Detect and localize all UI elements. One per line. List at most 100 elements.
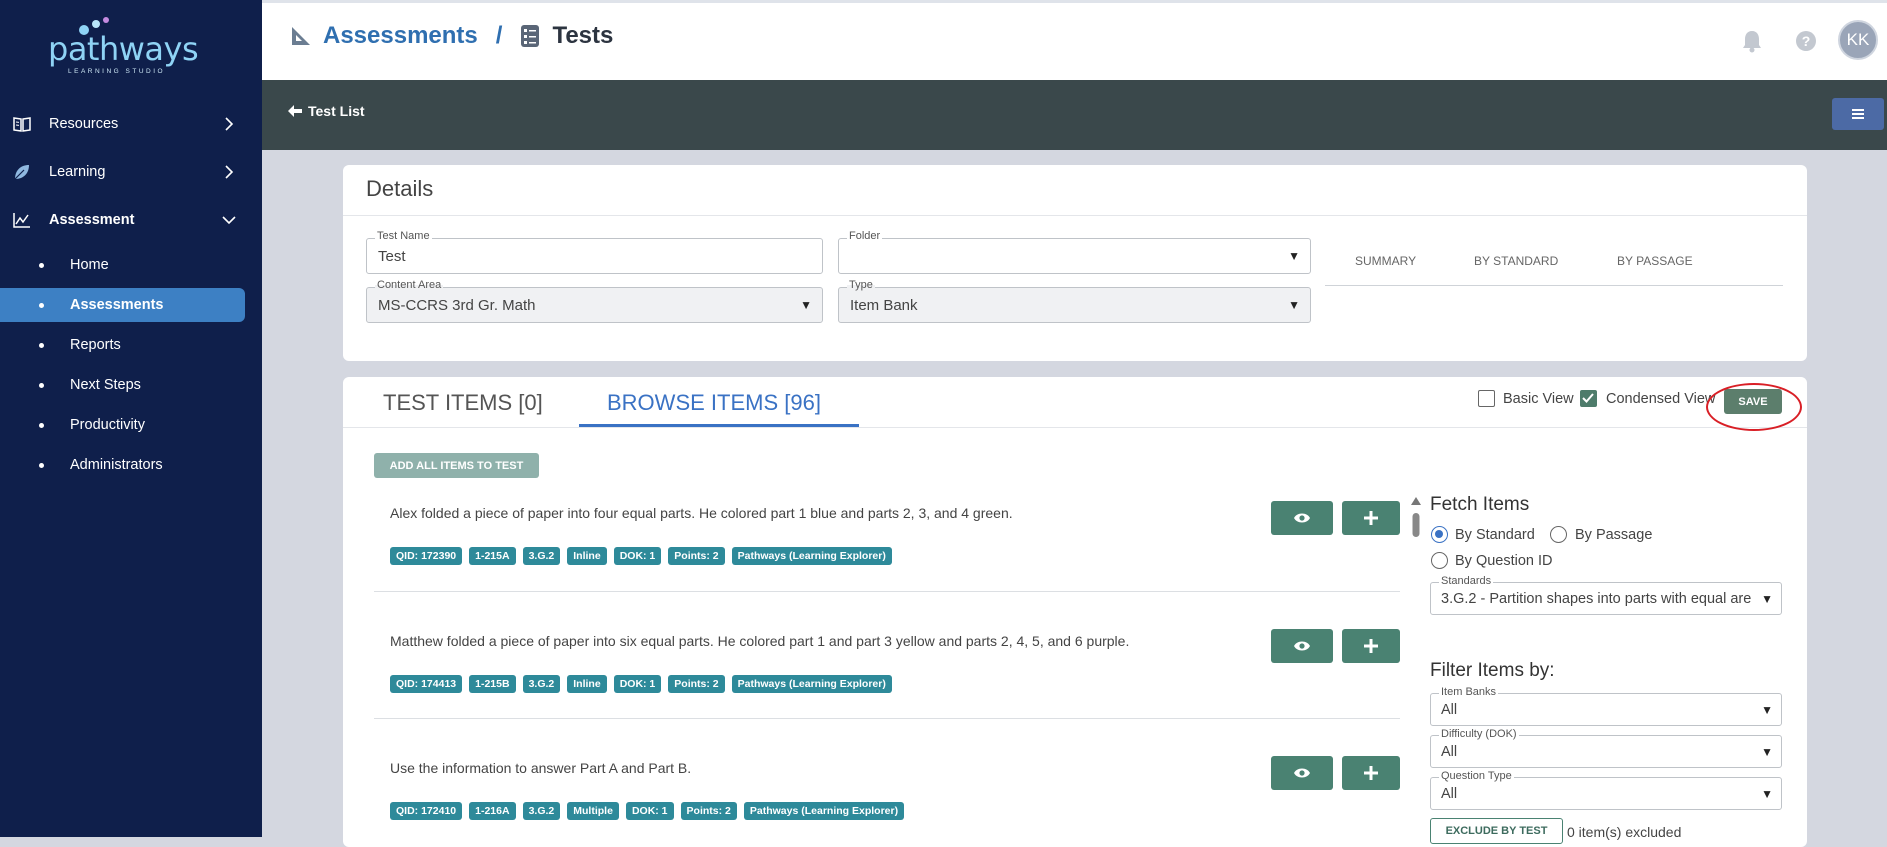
items-scrollbar[interactable] xyxy=(1411,497,1421,837)
question-type-select[interactable]: Question Type All ▼ xyxy=(1430,777,1782,810)
sidebar-subitem-label: Next Steps xyxy=(70,377,141,393)
sidebar-item-learning[interactable]: Learning xyxy=(0,150,262,194)
bullet-icon xyxy=(39,463,44,468)
exclude-by-test-button[interactable]: EXCLUDE BY TEST xyxy=(1430,818,1563,844)
badge-bank: Pathways (Learning Explorer) xyxy=(732,547,892,565)
sidebar-item-label: Learning xyxy=(49,164,105,180)
breadcrumb-separator: / xyxy=(496,22,503,50)
breadcrumb-assessments[interactable]: Assessments xyxy=(323,22,478,50)
question-type-label: Question Type xyxy=(1439,770,1514,782)
tab-by-standard[interactable]: BY STANDARD xyxy=(1474,254,1558,268)
bell-icon[interactable] xyxy=(1741,29,1763,53)
badge-qid: QID: 172410 xyxy=(390,802,462,820)
standards-label: Standards xyxy=(1439,575,1493,587)
item-banks-select[interactable]: Item Banks All ▼ xyxy=(1430,693,1782,726)
badge-standard: 3.G.2 xyxy=(523,547,561,565)
back-to-test-list-link[interactable]: Test List xyxy=(288,103,365,119)
hamburger-menu-button[interactable] xyxy=(1832,98,1884,130)
tab-summary[interactable]: SUMMARY xyxy=(1355,254,1416,268)
standards-select[interactable]: Standards 3.G.2 - Partition shapes into … xyxy=(1430,582,1782,615)
tab-by-passage[interactable]: BY PASSAGE xyxy=(1617,254,1693,268)
folder-select[interactable]: Folder ▼ xyxy=(838,238,1311,274)
sidebar-item-label: Resources xyxy=(49,116,118,132)
item-text: Matthew folded a piece of paper into six… xyxy=(390,633,1129,649)
difficulty-select[interactable]: Difficulty (DOK) All ▼ xyxy=(1430,735,1782,768)
sidebar-subitem-productivity[interactable]: Productivity xyxy=(0,408,262,442)
checkmark-icon xyxy=(1581,391,1595,405)
sidebar-subitem-label: Assessments xyxy=(70,297,164,313)
tab-test-items[interactable]: TEST ITEMS [0] xyxy=(383,390,543,416)
condensed-view-checkbox[interactable] xyxy=(1580,390,1597,407)
item-divider xyxy=(374,591,1400,592)
bullet-icon xyxy=(39,263,44,268)
content-area-select[interactable]: Content Area MS-CCRS 3rd Gr. Math ▼ xyxy=(366,287,823,323)
basic-view-checkbox[interactable] xyxy=(1478,390,1495,407)
item-banks-value: All xyxy=(1441,702,1751,718)
preview-item-button[interactable] xyxy=(1271,756,1333,790)
chevron-right-icon xyxy=(222,165,236,179)
bullet-icon xyxy=(39,423,44,428)
badge-standard: 3.G.2 xyxy=(523,802,561,820)
plus-icon xyxy=(1364,766,1378,780)
sidebar-item-label: Assessment xyxy=(49,212,134,228)
user-avatar[interactable]: KK xyxy=(1838,20,1878,60)
content-area-label: Content Area xyxy=(375,279,443,291)
by-passage-label: By Passage xyxy=(1575,527,1652,543)
basic-view-label: Basic View xyxy=(1503,391,1574,407)
sidebar-item-assessment[interactable]: Assessment xyxy=(0,198,262,242)
caret-down-icon: ▼ xyxy=(1761,787,1773,801)
badge-item-type: Inline xyxy=(567,675,606,693)
details-title: Details xyxy=(366,176,433,202)
badge-item-type: Multiple xyxy=(567,802,619,820)
add-item-button[interactable] xyxy=(1342,756,1400,790)
preview-item-button[interactable] xyxy=(1271,629,1333,663)
help-icon[interactable]: ? xyxy=(1795,30,1817,52)
badge-code: 1-216A xyxy=(469,802,515,820)
by-standard-radio[interactable] xyxy=(1431,526,1448,543)
add-item-button[interactable] xyxy=(1342,501,1400,535)
sidebar-subitem-administrators[interactable]: Administrators xyxy=(0,448,262,482)
sidebar-subitem-home[interactable]: Home xyxy=(0,248,262,282)
test-name-field[interactable]: Test Name Test xyxy=(366,238,823,274)
caret-down-icon: ▼ xyxy=(1761,745,1773,759)
item-divider xyxy=(374,718,1400,719)
plus-icon xyxy=(1364,511,1378,525)
fetch-items-title: Fetch Items xyxy=(1430,494,1529,516)
badge-bank: Pathways (Learning Explorer) xyxy=(744,802,904,820)
sidebar-subitem-assessments[interactable]: Assessments xyxy=(0,288,245,322)
sidebar-subitem-label: Home xyxy=(70,257,109,273)
preview-item-button[interactable] xyxy=(1271,501,1333,535)
ruler-triangle-icon xyxy=(289,24,313,48)
chevron-down-icon xyxy=(222,213,236,227)
sidebar-subitem-reports[interactable]: Reports xyxy=(0,328,262,362)
badge-points: Points: 2 xyxy=(668,547,724,565)
tab-browse-items[interactable]: BROWSE ITEMS [96] xyxy=(607,390,821,416)
chart-line-icon xyxy=(12,210,32,230)
highlight-circle xyxy=(1706,383,1802,431)
bullet-icon xyxy=(39,343,44,348)
breadcrumb: Assessments / Tests xyxy=(289,22,613,50)
sidebar-item-resources[interactable]: Resources xyxy=(0,102,262,146)
item-text: Use the information to answer Part A and… xyxy=(390,760,691,776)
chevron-right-icon xyxy=(222,117,236,131)
badge-dok: DOK: 1 xyxy=(614,547,662,565)
caret-down-icon: ▼ xyxy=(1288,298,1300,312)
sidebar-subitem-next-steps[interactable]: Next Steps xyxy=(0,368,262,402)
content-area-value: MS-CCRS 3rd Gr. Math xyxy=(378,297,536,314)
details-divider xyxy=(343,215,1807,216)
pathways-logo[interactable]: pathways LEARNING STUDIO xyxy=(48,16,198,76)
add-all-items-button[interactable]: ADD ALL ITEMS TO TEST xyxy=(374,453,539,478)
by-question-id-radio[interactable] xyxy=(1431,552,1448,569)
checklist-icon xyxy=(520,24,540,48)
by-passage-radio[interactable] xyxy=(1550,526,1567,543)
filter-items-title: Filter Items by: xyxy=(1430,660,1555,682)
badge-points: Points: 2 xyxy=(681,802,737,820)
eye-icon xyxy=(1293,512,1311,524)
add-item-button[interactable] xyxy=(1342,629,1400,663)
caret-down-icon: ▼ xyxy=(1288,249,1300,263)
badge-qid: QID: 172390 xyxy=(390,547,462,565)
type-select[interactable]: Type Item Bank ▼ xyxy=(838,287,1311,323)
page-subheader xyxy=(262,80,1887,150)
item-badges: QID: 174413 1-215B 3.G.2 Inline DOK: 1 P… xyxy=(390,675,892,693)
caret-down-icon: ▼ xyxy=(1761,703,1773,717)
